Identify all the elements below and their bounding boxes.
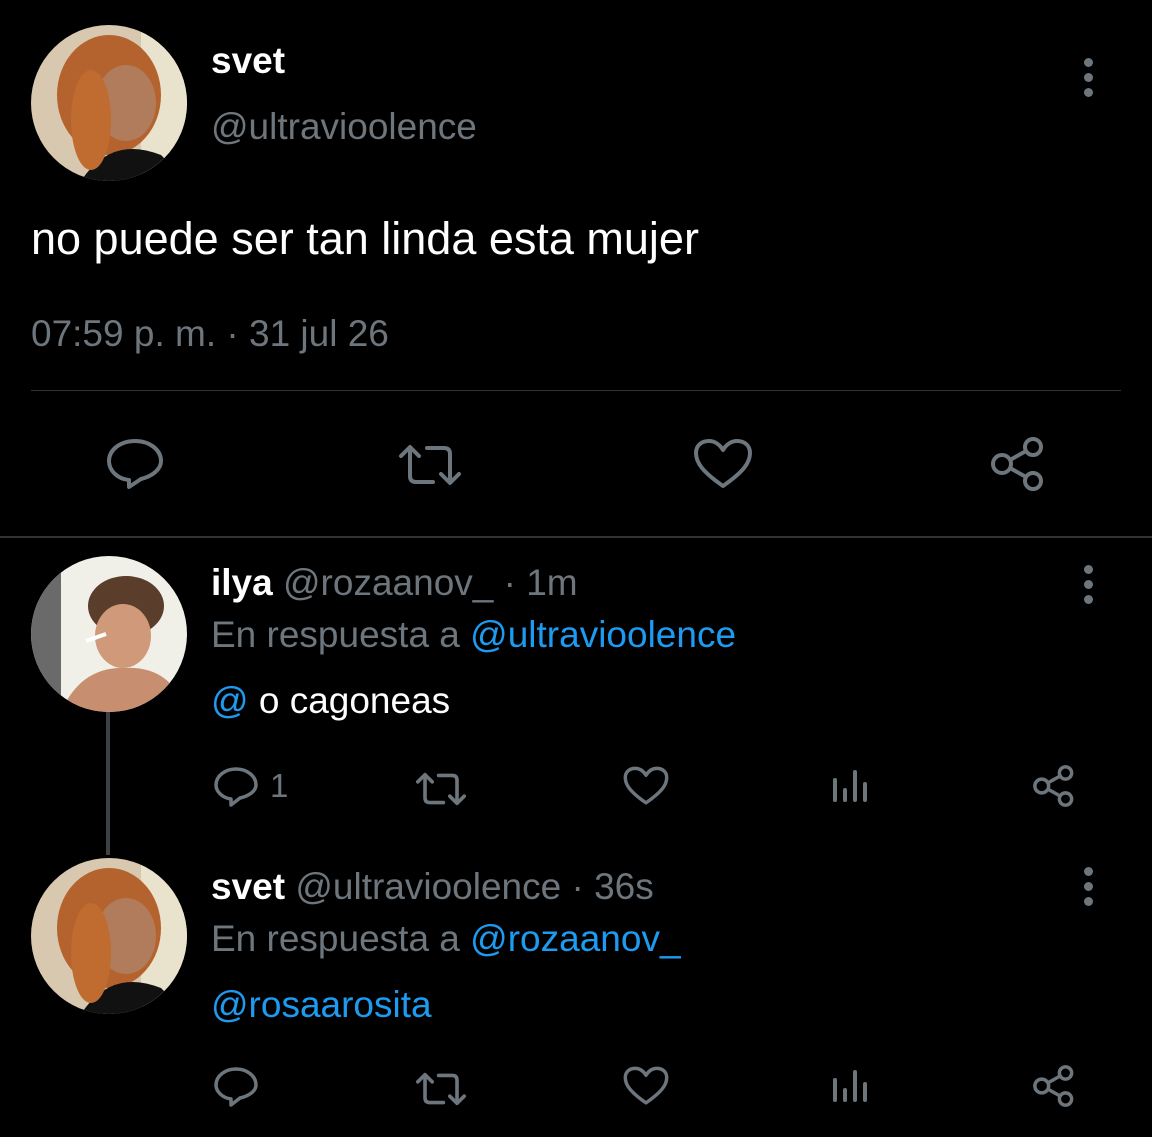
reply-icon[interactable] [105,435,165,491]
reply-context: En respuesta a @ultravioolence [211,614,736,656]
reply-context: En respuesta a @rozaanov_ [211,918,681,960]
reply-header: svet @ultravioolence · 36s [211,866,654,908]
reply-handle-time[interactable]: @rozaanov_ · 1m [283,562,578,603]
tweet-timestamp[interactable]: 07:59 p. m. · 31 jul 26 [31,313,389,355]
share-icon[interactable] [1031,1064,1077,1108]
reply-text: @ o cagoneas [211,680,450,722]
reply-count: 1 [270,767,289,804]
divider [31,390,1121,391]
reply-handle-time[interactable]: @ultravioolence · 36s [295,866,653,907]
views-icon[interactable] [831,1068,869,1104]
reply-icon[interactable] [213,1065,259,1107]
author-handle[interactable]: @ultravioolence [211,106,477,148]
more-icon[interactable] [1084,565,1093,610]
reply-to-link[interactable]: @ultravioolence [470,614,736,655]
mention-link[interactable]: @rosaarosita [211,984,432,1025]
share-icon[interactable] [988,436,1048,492]
more-icon[interactable] [1084,58,1093,103]
divider [0,536,1152,538]
like-icon[interactable] [623,766,669,806]
author-name[interactable]: svet [211,40,285,82]
retweet-icon[interactable] [395,440,465,490]
reply-to-link[interactable]: @rozaanov_ [470,918,680,959]
more-icon[interactable] [1084,867,1093,912]
retweet-icon[interactable] [413,1069,469,1109]
like-icon[interactable] [623,1066,669,1106]
reply-author-avatar[interactable] [31,556,187,712]
reply-prefix: En respuesta a [211,614,460,655]
views-icon[interactable] [831,768,869,804]
thread-line [106,712,110,855]
share-icon[interactable] [1031,764,1077,808]
like-icon[interactable] [693,438,753,490]
tweet-text: no puede ser tan linda esta mujer [31,213,699,264]
retweet-icon[interactable] [413,769,469,809]
reply-icon[interactable] [213,765,259,807]
reply-body: o cagoneas [258,680,451,721]
mention-link[interactable]: @ [211,680,249,721]
reply-prefix: En respuesta a [211,918,460,959]
reply-author-name[interactable]: svet [211,866,285,907]
author-avatar[interactable] [31,25,187,181]
reply-author-avatar[interactable] [31,858,187,1014]
reply-author-name[interactable]: ilya [211,562,273,603]
reply-header: ilya @rozaanov_ · 1m [211,562,578,604]
reply-text: @rosaarosita [211,984,432,1026]
